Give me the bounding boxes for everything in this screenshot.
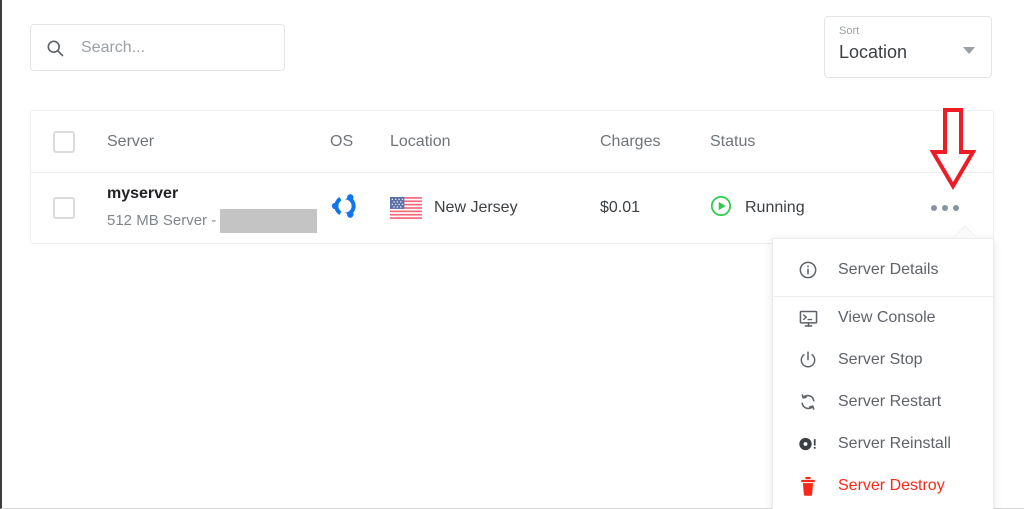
- disc-alert-icon: [797, 433, 819, 455]
- server-plan-text: 512 MB Server -: [107, 211, 217, 229]
- menu-item-label: Server Stop: [838, 351, 923, 368]
- server-cell: myserver 512 MB Server -: [75, 184, 330, 233]
- menu-item-label: Server Destroy: [838, 477, 945, 494]
- charges-cell: $0.01: [600, 199, 710, 217]
- menu-item-label: Server Restart: [838, 393, 942, 410]
- trash-icon: [797, 475, 819, 497]
- us-flag-icon: [390, 197, 422, 219]
- sort-label: Sort: [839, 25, 860, 37]
- row-actions-cell: [870, 205, 993, 211]
- location-name: New Jersey: [434, 199, 518, 216]
- redaction-block: [220, 208, 318, 233]
- server-name[interactable]: myserver: [107, 184, 330, 204]
- server-table: Server OS Location Charges Status myserv…: [30, 110, 994, 244]
- menu-item-view-console[interactable]: View Console: [773, 297, 993, 339]
- play-circle-icon: [710, 195, 732, 222]
- search-box[interactable]: [30, 24, 285, 71]
- menu-item-server-destroy[interactable]: Server Destroy: [773, 465, 993, 507]
- menu-item-server-reinstall[interactable]: Server Reinstall: [773, 423, 993, 465]
- status-cell: Running: [710, 195, 870, 222]
- server-list-page: Sort Location Server OS Location Charges…: [0, 0, 1024, 509]
- menu-top-padding: [773, 239, 993, 249]
- column-header-server[interactable]: Server: [75, 133, 330, 151]
- column-header-location[interactable]: Location: [390, 133, 600, 151]
- menu-item-label: Server Details: [838, 261, 939, 278]
- column-header-charges[interactable]: Charges: [600, 133, 710, 151]
- os-cell: [330, 191, 390, 226]
- info-circle-icon: [797, 259, 819, 281]
- search-input[interactable]: [79, 37, 270, 58]
- server-plan: 512 MB Server -: [107, 208, 330, 233]
- sort-dropdown[interactable]: Sort Location: [824, 16, 992, 78]
- table-row: myserver 512 MB Server - New Jersey $0.0…: [31, 173, 993, 243]
- sort-value: Location: [839, 42, 908, 62]
- ubuntu-icon: [330, 191, 360, 225]
- column-header-os[interactable]: OS: [330, 133, 390, 151]
- column-header-status[interactable]: Status: [710, 133, 870, 151]
- menu-item-server-details[interactable]: Server Details: [773, 249, 993, 291]
- console-monitor-icon: [797, 307, 819, 329]
- menu-item-label: View Console: [838, 309, 936, 326]
- table-header-row: Server OS Location Charges Status: [31, 111, 993, 173]
- red-down-arrow-annotation: [929, 108, 977, 195]
- location-cell: New Jersey: [390, 197, 600, 219]
- select-all-checkbox[interactable]: [53, 130, 75, 153]
- charges-amount: $0.01: [600, 199, 641, 216]
- menu-item-label: Server Reinstall: [838, 435, 951, 452]
- power-icon: [797, 349, 819, 371]
- search-icon: [45, 38, 65, 58]
- menu-caret-icon: [954, 226, 976, 238]
- chevron-down-icon[interactable]: [963, 47, 975, 54]
- more-options-icon[interactable]: [931, 205, 959, 211]
- refresh-icon: [797, 391, 819, 413]
- status-badge: Running: [745, 199, 805, 216]
- row-select-checkbox[interactable]: [53, 197, 75, 219]
- server-actions-menu: Server Details View Console Server Stop …: [772, 238, 994, 509]
- menu-item-server-stop[interactable]: Server Stop: [773, 339, 993, 381]
- menu-item-server-restart[interactable]: Server Restart: [773, 381, 993, 423]
